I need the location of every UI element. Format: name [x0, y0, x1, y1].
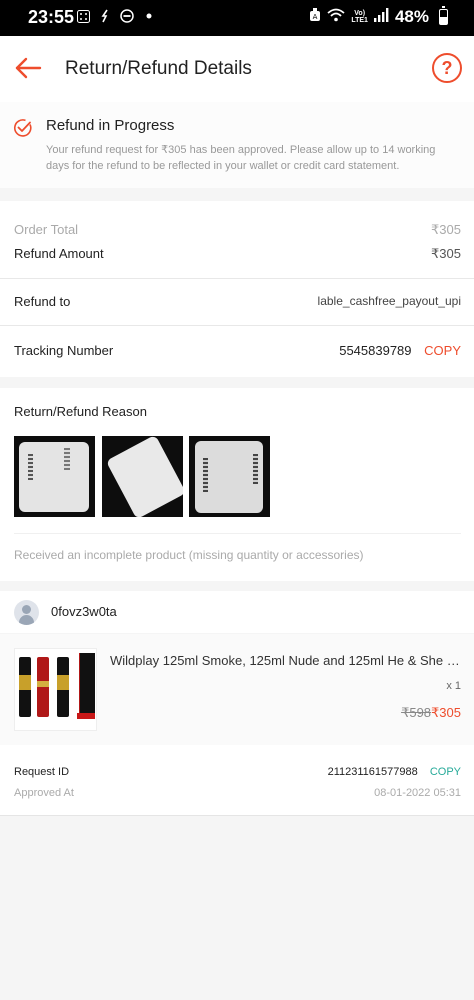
refund-amount-label: Refund Amount: [14, 246, 104, 261]
refund-reason-section: Return/Refund Reason Received an incompl…: [0, 388, 474, 581]
check-circle-icon: [13, 118, 33, 138]
request-info-section: Request ID 211231161577988 COPY Approved…: [0, 745, 474, 815]
copy-request-id-button[interactable]: COPY: [430, 766, 461, 778]
refund-reason-text: Received an incomplete product (missing …: [14, 548, 364, 562]
page-header: Return/Refund Details ?: [0, 36, 474, 102]
notification-grid-icon: [76, 9, 90, 23]
refund-status-section: Refund in Progress Your refund request f…: [0, 102, 474, 188]
product-name: Wildplay 125ml Smoke, 125ml Nude and 125…: [110, 653, 461, 668]
lte-indicator: Vo) LTE1: [351, 10, 368, 24]
app-notification-icon: [98, 9, 112, 23]
shop-row[interactable]: 0fovz3w0ta: [0, 591, 474, 633]
original-price: ₹598: [401, 705, 432, 720]
request-id-label: Request ID: [14, 766, 70, 778]
reason-photo-2[interactable]: [102, 436, 183, 517]
divider: [0, 325, 474, 326]
reason-photo-3[interactable]: [189, 436, 270, 517]
bottom-spacer: [0, 815, 474, 835]
refund-amount-value: ₹305: [431, 246, 461, 261]
help-icon[interactable]: ?: [432, 53, 462, 83]
order-total-value: ₹305: [431, 222, 461, 237]
refund-totals-section: Order Total ₹305 Refund Amount ₹305 Refu…: [0, 201, 474, 377]
request-id-value: 211231161577988: [327, 766, 418, 778]
page-title: Return/Refund Details: [65, 58, 252, 79]
lte-top-label: Vo): [354, 10, 366, 17]
battery-percent: 48%: [394, 7, 429, 26]
approved-at-value: 08-01-2022 05:31: [374, 787, 461, 799]
refund-to-value: lable_cashfree_payout_upi: [317, 294, 461, 308]
divider: [14, 533, 461, 534]
sale-price: ₹305: [431, 705, 461, 720]
divider: [0, 278, 474, 279]
status-left-icons: [76, 9, 156, 23]
order-total-label: Order Total: [14, 222, 79, 237]
status-right-icons: A Vo) LTE1 48%: [309, 6, 448, 27]
lte-bottom-label: LTE1: [351, 17, 368, 24]
product-image: [14, 648, 97, 731]
reason-photo-1[interactable]: [14, 436, 95, 517]
refund-to-label: Refund to: [14, 294, 71, 309]
dot-icon: [142, 9, 156, 23]
shop-name: 0fovz3w0ta: [51, 604, 117, 619]
refund-reason-title: Return/Refund Reason: [14, 404, 147, 419]
wifi-icon: [327, 8, 345, 27]
product-quantity: x 1: [446, 680, 461, 692]
copy-tracking-button[interactable]: COPY: [424, 343, 461, 358]
product-item[interactable]: Wildplay 125ml Smoke, 125ml Nude and 125…: [0, 634, 474, 745]
status-time: 23:55: [28, 7, 75, 27]
battery-icon: [439, 6, 448, 25]
svg-text:A: A: [313, 13, 318, 21]
back-arrow-icon[interactable]: [14, 54, 42, 82]
tracking-number-value: 5545839789: [339, 343, 412, 358]
product-prices: ₹598₹305: [401, 705, 461, 721]
signal-icon: [373, 7, 389, 27]
approved-at-label: Approved At: [14, 787, 74, 799]
tracking-number-group: 5545839789 COPY: [339, 343, 461, 358]
alarm-icon: A: [309, 7, 321, 27]
status-bar: 23:55 A Vo) LTE1 48%: [0, 0, 474, 36]
user-avatar-icon: [14, 600, 39, 625]
refund-status-description: Your refund request for ₹305 has been ap…: [46, 144, 436, 172]
refund-status-title: Refund in Progress: [46, 117, 175, 134]
tracking-number-label: Tracking Number: [14, 343, 114, 358]
do-not-disturb-icon: [120, 9, 134, 23]
request-id-group: 211231161577988 COPY: [328, 766, 461, 778]
